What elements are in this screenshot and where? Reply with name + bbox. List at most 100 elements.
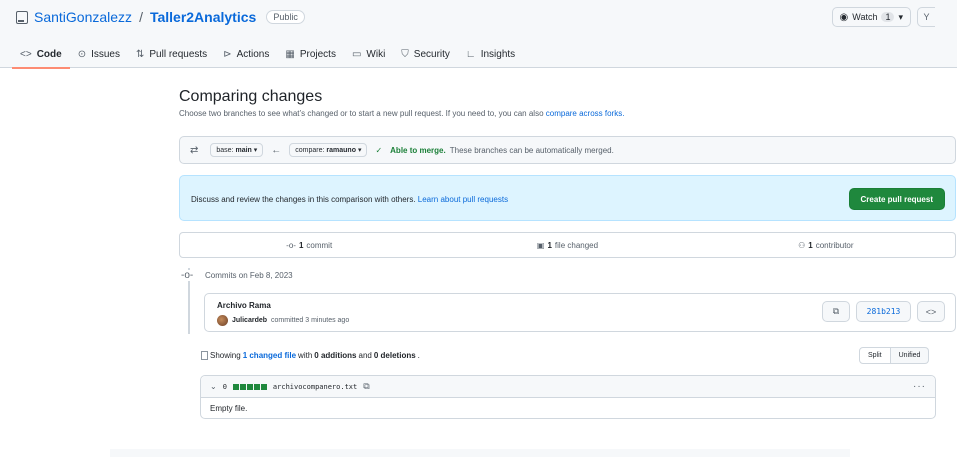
commit-meta: Julicardeb committed 3 minutes ago [217,315,349,326]
tab-label: Actions [236,49,270,60]
eye-icon: ◉ [839,11,849,23]
period-text: . [417,351,420,360]
commit-sha-link[interactable]: 281b213 [856,301,911,322]
browse-code-button[interactable]: <> [917,301,945,322]
compare-bar: ⇄ base: main ▾ ← compare: ramauno ▾ ✓ Ab… [179,136,956,164]
tab-label: Issues [91,49,120,60]
tab-pull-requests[interactable]: ⇅ Pull requests [128,41,215,68]
graph-icon: ∟ [465,49,476,60]
tab-wiki[interactable]: ▭ Wiki [344,41,393,68]
tab-security[interactable]: ⛉ Security [393,41,458,68]
copy-icon[interactable]: ⧉ [363,381,369,392]
additions-count: 0 additions [314,351,357,360]
git-compare-icon: ⇄ [190,144,199,156]
tab-label: Projects [299,49,336,60]
showing-text: Showing [210,351,241,360]
files-count: 1 [547,240,552,250]
merge-status: Able to merge. [390,145,446,155]
file-header: ⌄ 0 archivocompanero.txt ⧉ ··· [201,376,935,398]
footer-strip [110,449,850,457]
create-pull-request-button[interactable]: Create pull request [848,188,945,210]
with-text: with [298,351,313,360]
commit-node-icon: -o- [181,270,194,281]
file-name-link[interactable]: archivocompanero.txt [273,383,357,391]
file-body: Empty file. [210,404,248,413]
tab-projects[interactable]: ▦ Projects [277,41,344,68]
tab-label: Code [36,49,62,60]
contributors-count: 1 [808,240,813,250]
watch-count: 1 [881,12,895,22]
commits-stat[interactable]: -o- 1 commit [180,241,438,250]
repo-owner-link[interactable]: SantiGonzalezz [34,9,132,25]
repo-name-link[interactable]: Taller2Analytics [150,9,256,25]
contributors-stat[interactable]: ⚇ 1 contributor [697,241,955,250]
diffstat-bar [232,383,267,390]
file-change-count: 0 [222,382,227,391]
caret-down-icon: ▾ [357,147,362,154]
flash-text: Discuss and review the changes in this c… [191,195,508,204]
commit-item: Archivo Rama Julicardeb committed 3 minu… [204,293,956,332]
commit-title[interactable]: Archivo Rama [217,301,271,310]
files-stat[interactable]: ▣ 1 file changed [438,241,696,250]
people-icon: ⚇ [798,240,806,250]
comparison-stats: -o- 1 commit ▣ 1 file changed ⚇ 1 contri… [179,232,956,258]
chevron-down-icon[interactable]: ⌄ [210,382,217,391]
learn-pull-requests-link[interactable]: Learn about pull requests [418,195,508,204]
repo-nav: <> Code ⊙ Issues ⇅ Pull requests ⊳ Actio… [12,41,523,69]
merge-message: These branches can be automatically merg… [449,145,614,155]
compare-branch-name: ramauno [326,147,356,154]
commits-date: Commits on Feb 8, 2023 [205,271,293,280]
play-icon: ⊳ [223,49,232,60]
repo-header: SantiGonzalezz / Taller2Analytics Public… [0,0,957,69]
diff-summary: Showing 1 changed file with 0 additions … [201,351,420,360]
commit-actions: ⧉ 281b213 <> [822,301,945,322]
tab-code[interactable]: <> Code [12,41,70,69]
split-view-button[interactable]: Split [859,347,891,364]
file-diff: ⌄ 0 archivocompanero.txt ⧉ ··· Empty fil… [200,375,936,419]
deletions-count: 0 deletions [373,351,416,360]
shield-icon: ⛉ [401,49,409,60]
fork-button[interactable]: Y [917,7,935,27]
and-text: and [358,351,372,360]
compare-branch-select[interactable]: compare: ramauno ▾ [289,143,368,157]
base-branch-select[interactable]: base: main ▾ [210,143,264,157]
kebab-menu-icon[interactable]: ··· [913,381,926,392]
visibility-badge: Public [266,10,305,24]
watch-button[interactable]: ◉ Watch 1 ▾ [831,7,911,27]
tab-label: Security [413,49,450,60]
pull-request-icon: ⇅ [135,49,145,60]
caret-down-icon: ▾ [253,147,258,154]
arrow-left-icon: ← [271,144,282,156]
page-title: Comparing changes [179,88,323,105]
tab-label: Insights [480,49,516,60]
avatar[interactable] [217,315,228,326]
watch-group: ◉ Watch 1 ▾ Y [831,7,935,27]
commit-time: committed 3 minutes ago [271,317,350,324]
book-icon: ▭ [351,49,362,60]
compare-forks-link[interactable]: compare across forks. [546,109,625,118]
subtitle-text: Choose two branches to see what’s change… [179,109,546,118]
flash-message: Discuss and review the changes in this c… [191,195,418,204]
check-icon: ✓ [375,145,383,155]
caret-down-icon: ▾ [898,11,903,22]
changed-files-link[interactable]: 1 changed file [243,351,296,360]
unified-view-button[interactable]: Unified [890,347,930,364]
repo-icon [16,10,28,24]
tab-label: Wiki [366,49,386,60]
commit-author[interactable]: Julicardeb [232,317,267,324]
commit-icon: -o- [286,240,296,250]
tab-insights[interactable]: ∟ Insights [458,41,523,68]
watch-label: Watch [852,12,878,22]
base-prefix: base: [216,147,234,154]
code-icon: <> [925,306,937,317]
repo-separator: / [139,9,143,25]
tab-issues[interactable]: ⊙ Issues [70,41,128,68]
files-label: file changed [554,240,599,250]
discuss-flash: Discuss and review the changes in this c… [179,175,956,221]
copy-sha-button[interactable]: ⧉ [822,301,850,322]
tab-actions[interactable]: ⊳ Actions [215,41,277,68]
file-diff-icon: ▣ [536,240,545,250]
table-icon: ▦ [285,49,295,60]
contributors-label: contributor [815,240,854,250]
diff-view-toggle: Split Unified [859,347,930,364]
